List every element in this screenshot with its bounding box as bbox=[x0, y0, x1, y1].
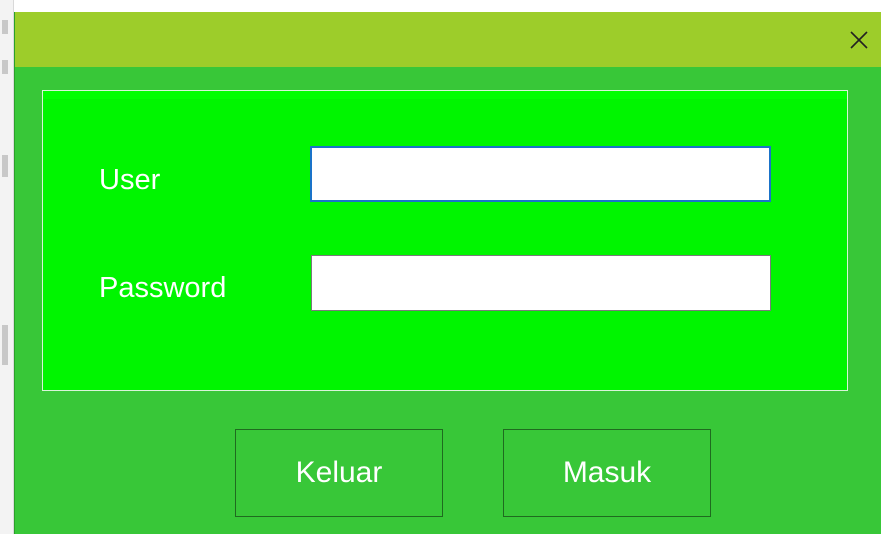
password-label: Password bbox=[99, 272, 227, 304]
login-dialog: User Password Keluar Masuk bbox=[14, 12, 881, 534]
user-label: User bbox=[99, 164, 161, 196]
exit-button[interactable]: Keluar bbox=[235, 429, 443, 517]
login-button[interactable]: Masuk bbox=[503, 429, 711, 517]
background-fragment bbox=[2, 325, 8, 365]
background-fragment bbox=[2, 20, 8, 34]
credentials-panel: User Password bbox=[42, 90, 848, 391]
panel-top-strip bbox=[43, 91, 847, 99]
background-fragment bbox=[2, 60, 8, 74]
background-fragment bbox=[2, 155, 8, 177]
title-bar bbox=[15, 12, 881, 67]
close-button[interactable] bbox=[836, 12, 881, 67]
background-window-edge bbox=[0, 0, 14, 534]
close-icon bbox=[850, 30, 868, 49]
password-input[interactable] bbox=[311, 255, 771, 311]
user-input[interactable] bbox=[310, 146, 771, 202]
